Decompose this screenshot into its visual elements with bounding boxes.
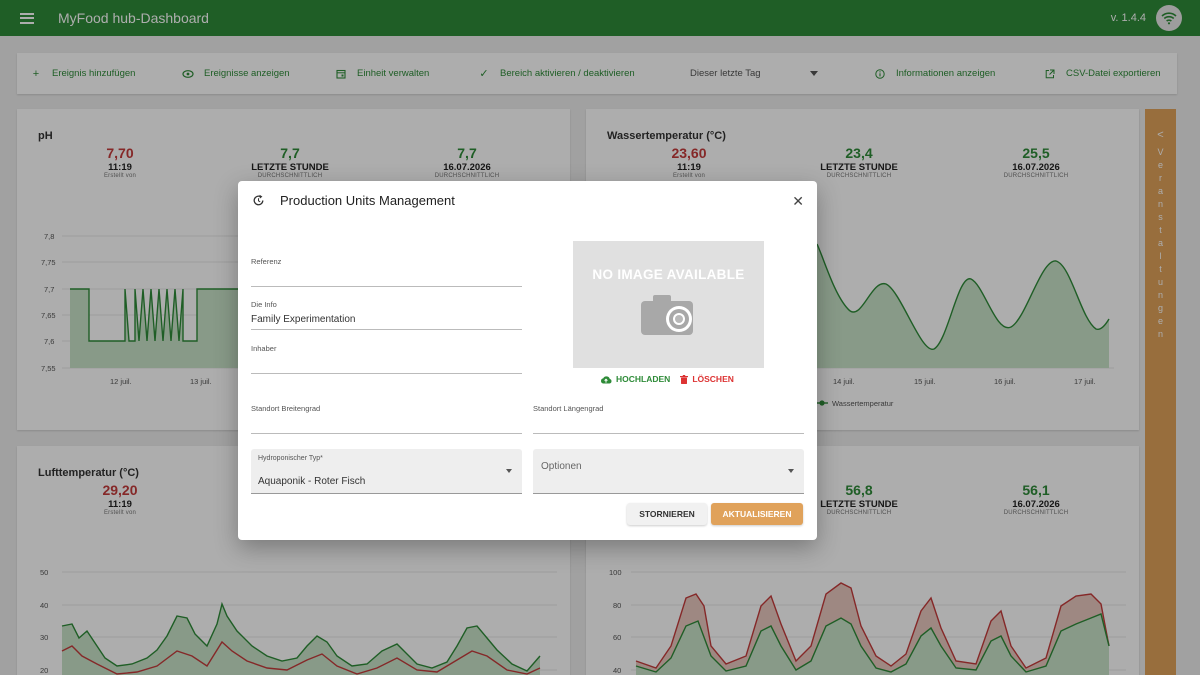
options-placeholder: Optionen — [541, 461, 582, 472]
production-units-dialog: Production Units Management ✕ Referenz D… — [238, 181, 817, 540]
trash-icon — [680, 374, 689, 384]
reference-label: Referenz — [251, 257, 282, 266]
close-icon[interactable]: ✕ — [792, 193, 804, 210]
longitude-label: Standort Längengrad — [533, 404, 604, 413]
update-button[interactable]: AKTUALISIEREN — [711, 503, 803, 525]
upload-button[interactable]: HOCHLADEN — [600, 374, 670, 384]
camera-icon — [641, 295, 693, 335]
owner-field[interactable]: Inhaber — [251, 344, 522, 374]
image-actions: HOCHLADEN LÖSCHEN — [600, 374, 734, 384]
unit-image-placeholder: NO IMAGE AVAILABLE — [573, 241, 764, 368]
latitude-label: Standort Breitengrad — [251, 404, 321, 413]
dialog-title: Production Units Management — [280, 193, 455, 208]
delete-label: LÖSCHEN — [692, 374, 734, 384]
info-label: Die Info — [251, 300, 277, 309]
info-field[interactable]: Die Info Family Experimentation — [251, 300, 522, 330]
upload-label: HOCHLADEN — [616, 374, 671, 384]
info-input[interactable]: Family Experimentation — [251, 314, 355, 325]
chevron-down-icon — [506, 469, 512, 473]
options-select[interactable]: Optionen — [533, 449, 804, 494]
latitude-field[interactable]: Standort Breitengrad — [251, 404, 522, 434]
hydroponic-type-value: Aquaponik - Roter Fisch — [258, 476, 366, 487]
no-image-text: NO IMAGE AVAILABLE — [592, 267, 745, 282]
longitude-field[interactable]: Standort Längengrad — [533, 404, 804, 434]
cancel-button[interactable]: STORNIEREN — [627, 503, 707, 525]
delete-button[interactable]: LÖSCHEN — [680, 374, 734, 384]
hydroponic-type-label: Hydroponischer Typ* — [258, 455, 323, 462]
reference-field[interactable]: Referenz — [251, 257, 522, 287]
refresh-icon[interactable] — [252, 194, 265, 207]
hydroponic-type-select[interactable]: Hydroponischer Typ* Aquaponik - Roter Fi… — [251, 449, 522, 494]
chevron-down-icon — [788, 469, 794, 473]
cloud-upload-icon — [600, 375, 612, 383]
owner-label: Inhaber — [251, 344, 277, 353]
